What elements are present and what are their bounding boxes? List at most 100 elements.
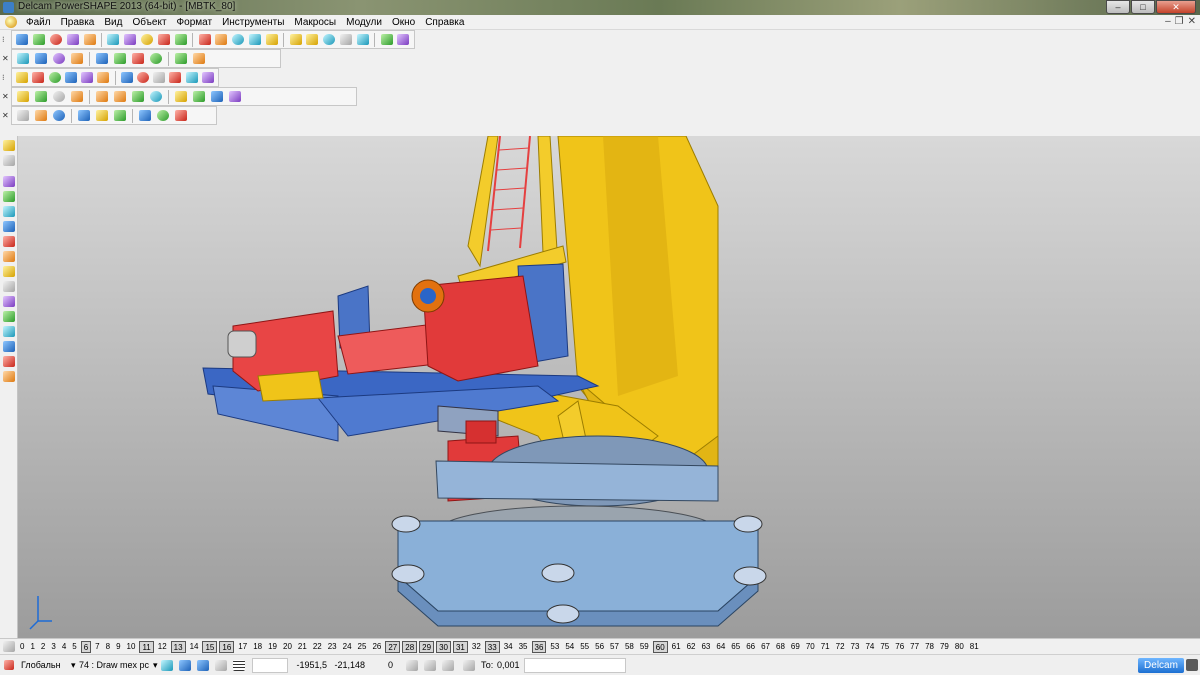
layer-35[interactable]: 35 [517, 641, 530, 653]
absolute-icon[interactable] [440, 658, 456, 673]
project-icon[interactable] [130, 89, 146, 104]
check-icon[interactable] [137, 108, 153, 123]
layer-21[interactable]: 21 [296, 641, 309, 653]
plane-icon[interactable] [31, 70, 45, 85]
layer-28[interactable]: 28 [402, 640, 418, 653]
dimension-icon[interactable] [51, 108, 67, 123]
section-icon[interactable] [227, 89, 243, 104]
cylinder-icon[interactable] [64, 70, 78, 85]
menu-tools[interactable]: Инструменты [217, 17, 289, 28]
join-icon[interactable] [173, 89, 189, 104]
copy-icon[interactable] [123, 32, 138, 47]
surface-tool-icon[interactable] [1, 249, 17, 264]
layer-4[interactable]: 4 [60, 641, 68, 653]
multi-select-icon[interactable] [1, 153, 17, 168]
layer-67[interactable]: 67 [759, 641, 772, 653]
layer-2[interactable]: 2 [39, 641, 47, 653]
toolbar-close-icon[interactable]: ✕ [2, 108, 9, 123]
layer-23[interactable]: 23 [326, 641, 339, 653]
layer-24[interactable]: 24 [341, 641, 354, 653]
layer-59[interactable]: 59 [638, 641, 651, 653]
offset-icon[interactable] [69, 89, 85, 104]
annotate-icon[interactable] [76, 108, 92, 123]
cut-icon[interactable] [106, 32, 121, 47]
command-input[interactable] [524, 657, 626, 673]
menu-help[interactable]: Справка [420, 17, 469, 28]
material-icon[interactable] [191, 51, 207, 66]
grid-toggle-icon[interactable] [231, 658, 247, 673]
doc-restore-button[interactable]: ❐ [1175, 16, 1184, 27]
snap-grid-icon[interactable] [177, 658, 193, 673]
layer-18[interactable]: 18 [251, 641, 264, 653]
chevron-down-icon[interactable]: ▾ [150, 658, 158, 673]
layer-80[interactable]: 80 [953, 641, 966, 653]
toolbar-grip[interactable]: ⁝ [2, 32, 9, 47]
solid-icon[interactable] [339, 32, 354, 47]
layer-7[interactable]: 7 [93, 641, 101, 653]
wrap-icon[interactable] [33, 89, 49, 104]
export-icon[interactable] [173, 108, 189, 123]
layer-25[interactable]: 25 [356, 641, 369, 653]
analysis-icon[interactable] [33, 108, 49, 123]
curve-icon[interactable] [288, 32, 303, 47]
drafting-icon[interactable] [112, 108, 128, 123]
trim-icon[interactable] [112, 89, 128, 104]
layer-27[interactable]: 27 [385, 640, 401, 653]
layer-54[interactable]: 54 [563, 641, 576, 653]
view-front-icon[interactable] [33, 51, 49, 66]
snap-icon[interactable] [159, 658, 175, 673]
cone-icon[interactable] [96, 70, 110, 85]
curve-tool-icon[interactable] [1, 264, 17, 279]
layer-0[interactable]: 0 [18, 641, 26, 653]
layer-69[interactable]: 69 [789, 641, 802, 653]
units-icon[interactable] [422, 658, 438, 673]
measure-icon[interactable] [15, 108, 31, 123]
minimize-button[interactable]: – [1106, 0, 1130, 14]
copy-coords-icon[interactable] [213, 658, 229, 673]
delete-icon[interactable] [157, 32, 172, 47]
feature-tool-icon[interactable] [1, 339, 17, 354]
layer-75[interactable]: 75 [878, 641, 891, 653]
intersect-icon[interactable] [148, 89, 164, 104]
extrude-icon[interactable] [136, 70, 150, 85]
layer-71[interactable]: 71 [819, 641, 832, 653]
layer-13[interactable]: 13 [170, 640, 186, 653]
report-icon[interactable] [155, 108, 171, 123]
sphere-icon[interactable] [80, 70, 94, 85]
grid-icon[interactable] [15, 70, 29, 85]
layer-62[interactable]: 62 [685, 641, 698, 653]
layer-icon[interactable] [1, 174, 17, 189]
layer-31[interactable]: 31 [452, 640, 468, 653]
layer-14[interactable]: 14 [188, 641, 201, 653]
select-icon[interactable] [214, 32, 229, 47]
menu-macros[interactable]: Макросы [289, 17, 341, 28]
save-icon[interactable] [49, 32, 64, 47]
boolean-icon[interactable] [201, 70, 215, 85]
layer-26[interactable]: 26 [370, 641, 383, 653]
new-icon[interactable] [15, 32, 30, 47]
pointer-icon[interactable] [1, 138, 17, 153]
text-icon[interactable] [305, 32, 320, 47]
coord-blank-field[interactable] [252, 657, 288, 673]
layer-32[interactable]: 32 [470, 641, 483, 653]
redo-icon[interactable] [197, 32, 212, 47]
toolbar-grip[interactable]: ⁝ [2, 70, 9, 85]
assembly-icon[interactable] [94, 108, 110, 123]
layer-66[interactable]: 66 [744, 641, 757, 653]
mesh-tool-icon[interactable] [1, 294, 17, 309]
tools-icon[interactable] [396, 32, 411, 47]
open-icon[interactable] [32, 32, 47, 47]
box-select-icon[interactable] [1, 189, 17, 204]
layer-79[interactable]: 79 [938, 641, 951, 653]
layer-16[interactable]: 16 [219, 640, 235, 653]
print-icon[interactable] [82, 32, 97, 47]
menu-modules[interactable]: Модули [341, 17, 387, 28]
box-icon[interactable] [48, 70, 62, 85]
arc-icon[interactable] [248, 32, 263, 47]
dim-tool-icon[interactable] [1, 324, 17, 339]
layer-58[interactable]: 58 [623, 641, 636, 653]
menu-view[interactable]: Вид [99, 17, 127, 28]
layer-70[interactable]: 70 [804, 641, 817, 653]
zoom-out-icon[interactable] [112, 51, 128, 66]
light-icon[interactable] [173, 51, 189, 66]
